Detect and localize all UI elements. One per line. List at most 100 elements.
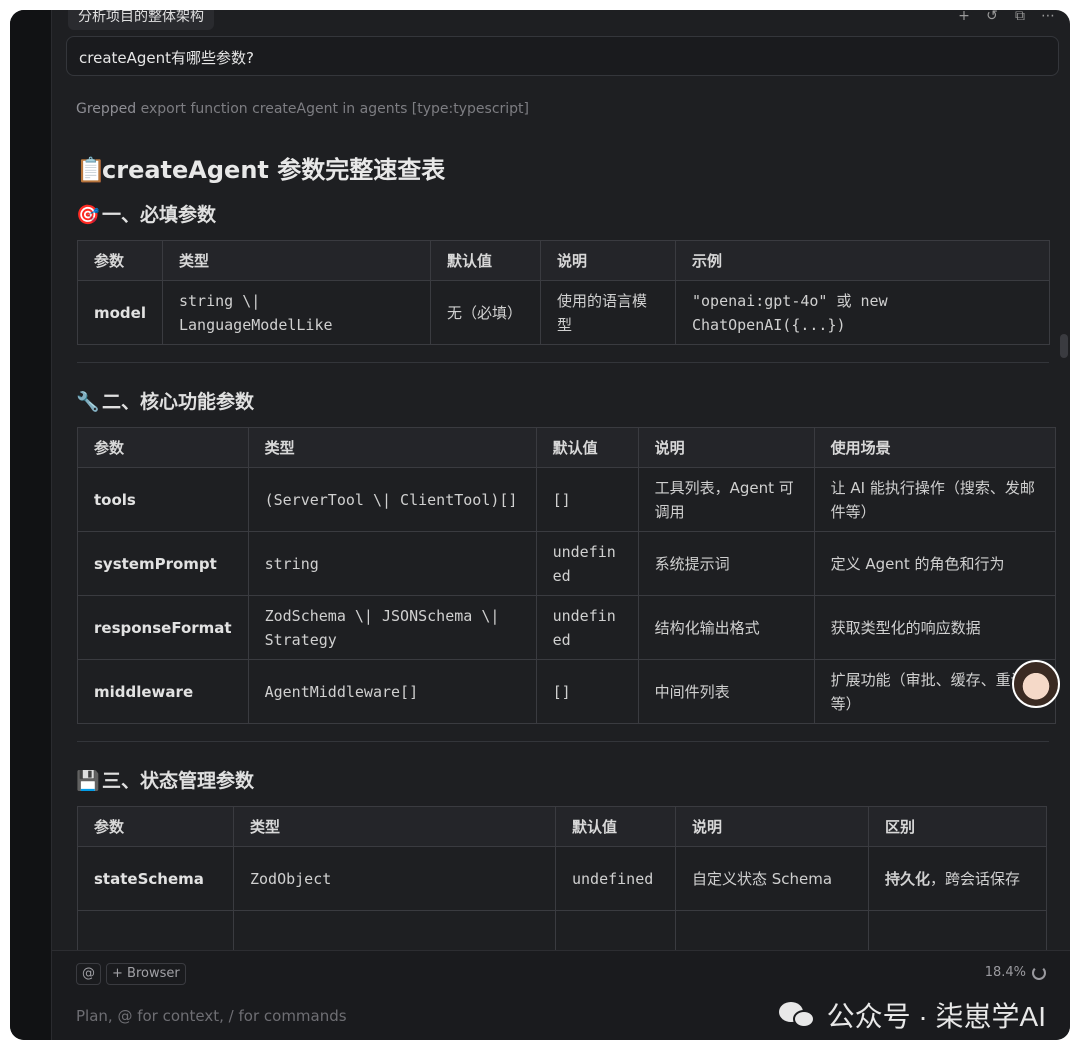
param-default: undefined [555, 846, 676, 911]
header-cell: 示例 [675, 240, 1050, 281]
header-cell: 默认值 [555, 806, 676, 847]
header-cell: 参数 [77, 427, 249, 468]
table-header-row: 参数 类型 默认值 说明 使用场景 [77, 427, 1056, 468]
section-title: 二、核心功能参数 [102, 391, 255, 413]
title-text: createAgent 参数完整速查表 [102, 156, 446, 184]
section-heading-required: 🎯 一、必填参数 [76, 200, 1059, 230]
table-header-row: 参数 类型 默认值 说明 区别 [77, 806, 1047, 847]
param-name [77, 910, 234, 950]
target-icon: 🎯 [76, 204, 100, 226]
header-cell: 类型 [247, 427, 537, 468]
table-header-row: 参数 类型 默认值 说明 示例 [77, 240, 1050, 281]
table-row: responseFormat ZodSchema \| JSONSchema \… [77, 595, 1056, 660]
param-default: 无（必填） [430, 280, 541, 345]
top-icons: + ↺ ⧉ ⋯ [956, 10, 1056, 24]
section-heading-core: 🔧 二、核心功能参数 [76, 387, 1059, 417]
param-desc [675, 910, 869, 950]
section-heading-state: 💾 三、状态管理参数 [76, 766, 1059, 796]
left-sidebar [10, 10, 52, 1040]
core-params-table: 参数 类型 默认值 说明 使用场景 tools (ServerTool \| C… [77, 427, 1056, 724]
header-cell: 参数 [77, 806, 234, 847]
param-diff: 持久化，跨会话保存 [868, 846, 1047, 911]
chat-tab-title[interactable]: 分析项目的整体架构 [68, 10, 214, 30]
param-desc: 结构化输出格式 [637, 595, 815, 660]
header-cell: 说明 [675, 806, 869, 847]
param-name: middleware [77, 659, 249, 724]
param-default: undefined [535, 531, 639, 596]
mention-button[interactable]: @ [76, 963, 101, 985]
table-row: model string \| LanguageModelLike 无（必填） … [77, 280, 1050, 345]
param-type: string [247, 531, 537, 596]
context-usage: 18.4% [985, 965, 1046, 980]
param-name: tools [77, 467, 249, 532]
top-bar: 分析项目的整体架构 + ↺ ⧉ ⋯ [52, 10, 1070, 34]
header-cell: 说明 [637, 427, 815, 468]
app-window: 分析项目的整体架构 + ↺ ⧉ ⋯ createAgent有哪些参数? Grep… [10, 10, 1070, 1040]
header-cell: 使用场景 [813, 427, 1056, 468]
plus-icon[interactable]: + [956, 10, 972, 24]
param-name: systemPrompt [77, 531, 249, 596]
param-type [233, 910, 556, 950]
header-cell: 类型 [162, 240, 431, 281]
wrench-icon: 🔧 [76, 391, 100, 413]
header-cell: 参数 [77, 240, 163, 281]
popout-icon[interactable]: ⧉ [1012, 10, 1028, 24]
param-desc: 系统提示词 [637, 531, 815, 596]
param-type: (ServerTool \| ClientTool)[] [247, 467, 537, 532]
composer-input[interactable]: Plan, @ for context, / for commands [76, 1007, 347, 1025]
chat-response: Grepped export function createAgent in a… [66, 90, 1059, 950]
param-usage: 定义 Agent 的角色和行为 [813, 531, 1056, 596]
param-desc: 工具列表，Agent 可调用 [637, 467, 815, 532]
param-usage: 让 AI 能执行操作（搜索、发邮件等） [813, 467, 1056, 532]
user-query[interactable]: createAgent有哪些参数? [66, 36, 1059, 76]
param-usage: 获取类型化的响应数据 [813, 595, 1056, 660]
header-cell: 默认值 [430, 240, 541, 281]
table-row: tools (ServerTool \| ClientTool)[] [] 工具… [77, 467, 1056, 532]
param-default: [] [535, 467, 639, 532]
param-name: responseFormat [77, 595, 249, 660]
avatar[interactable] [1012, 660, 1060, 708]
param-name: stateSchema [77, 846, 234, 911]
param-default [555, 910, 676, 950]
progress-ring-icon [1032, 965, 1046, 980]
scrollbar-thumb[interactable] [1060, 334, 1068, 358]
page-title: 📋createAgent 参数完整速查表 [76, 150, 1059, 190]
section-title: 一、必填参数 [102, 204, 217, 226]
header-cell: 类型 [233, 806, 556, 847]
param-type: ZodSchema \| JSONSchema \| Strategy [247, 595, 537, 660]
param-type: AgentMiddleware[] [247, 659, 537, 724]
param-diff [868, 910, 1047, 950]
context-percent: 18.4% [984, 965, 1026, 980]
wechat-icon [778, 1000, 819, 1030]
more-icon[interactable]: ⋯ [1040, 10, 1056, 24]
table-row [77, 910, 1047, 950]
param-desc: 自定义状态 Schema [675, 846, 869, 911]
table-row: middleware AgentMiddleware[] [] 中间件列表 扩展… [77, 659, 1056, 724]
param-type: ZodObject [233, 846, 556, 911]
param-type: string \| LanguageModelLike [162, 280, 431, 345]
param-desc: 中间件列表 [637, 659, 815, 724]
tool-call-status: Grepped export function createAgent in a… [66, 90, 1059, 128]
floppy-disk-icon: 💾 [76, 770, 100, 792]
divider [77, 362, 1049, 363]
browser-button[interactable]: + Browser [106, 963, 186, 985]
section-title: 三、状态管理参数 [102, 770, 255, 792]
tool-call-detail: export function createAgent in agents [t… [140, 101, 530, 117]
composer: @ + Browser 18.4% Plan, @ for context, /… [52, 950, 1070, 1040]
param-name: model [77, 280, 163, 345]
watermark: 公众号 · 柒崽学AI [778, 995, 1046, 1035]
header-cell: 区别 [868, 806, 1047, 847]
header-cell: 默认值 [535, 427, 639, 468]
state-params-table: 参数 类型 默认值 说明 区别 stateSchema ZodObject un… [77, 806, 1047, 950]
divider [77, 741, 1049, 742]
param-example: "openai:gpt-4o" 或 new ChatOpenAI({...}) [675, 280, 1050, 345]
tool-call-verb: Grepped [76, 101, 137, 117]
history-icon[interactable]: ↺ [984, 10, 1000, 24]
required-params-table: 参数 类型 默认值 说明 示例 model string \| Language… [77, 240, 1050, 345]
clipboard-icon: 📋 [76, 156, 106, 184]
param-desc: 使用的语言模型 [540, 280, 676, 345]
watermark-text: 公众号 · 柒崽学AI [826, 1001, 1046, 1032]
table-row: systemPrompt string undefined 系统提示词 定义 A… [77, 531, 1056, 596]
table-row: stateSchema ZodObject undefined 自定义状态 Sc… [77, 846, 1047, 911]
header-cell: 说明 [540, 240, 676, 281]
